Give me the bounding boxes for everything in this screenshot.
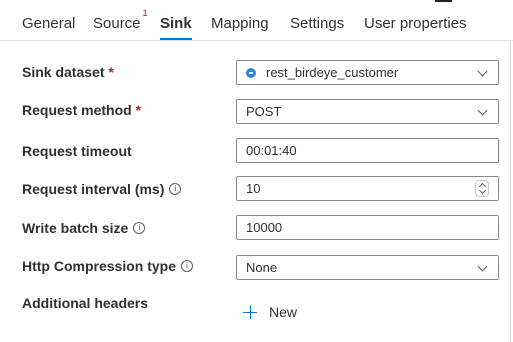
tab-mapping[interactable]: Mapping — [211, 14, 269, 34]
request-timeout-input[interactable]: 00:01:40 — [236, 138, 499, 163]
required-marker: * — [108, 64, 114, 80]
request-interval-label: Request interval (ms) i — [22, 180, 182, 198]
info-icon[interactable]: i — [133, 222, 146, 234]
info-icon[interactable]: i — [181, 260, 194, 272]
sink-dataset-dropdown[interactable]: rest_birdeye_customer — [236, 60, 499, 85]
new-button-label: New — [269, 304, 298, 320]
http-compression-label: Http Compression type i — [22, 257, 194, 275]
request-interval-input[interactable]: 10 — [236, 176, 499, 201]
chevron-down-icon — [477, 105, 488, 116]
write-batch-size-label: Write batch size i — [22, 219, 146, 237]
tab-label: Mapping — [211, 15, 269, 32]
request-method-dropdown[interactable]: POST — [236, 99, 499, 124]
tab-label: User properties — [364, 15, 467, 32]
tab-bar: General Source 1 Sink Mapping Settings U… — [0, 0, 513, 41]
write-batch-size-input[interactable]: 10000 — [236, 215, 499, 240]
plus-icon — [243, 305, 257, 319]
tab-source[interactable]: Source 1 — [93, 8, 148, 34]
request-method-value: POST — [246, 104, 282, 119]
request-timeout-label: Request timeout — [22, 143, 132, 159]
chevron-down-icon — [477, 261, 488, 272]
panel-border — [510, 40, 511, 342]
add-header-button[interactable]: New — [243, 302, 297, 322]
request-method-label: Request method * — [22, 102, 142, 118]
number-stepper[interactable] — [475, 180, 489, 197]
tab-label: Settings — [290, 15, 345, 32]
sink-dataset-label: Sink dataset * — [22, 64, 114, 80]
http-compression-value: None — [246, 260, 278, 275]
tab-label: General — [22, 15, 76, 32]
dataset-icon — [246, 68, 256, 78]
chevron-down-icon — [477, 66, 488, 77]
http-compression-dropdown[interactable]: None — [236, 255, 499, 280]
active-tab-indicator — [160, 38, 192, 40]
tab-label: Sink — [160, 15, 192, 32]
additional-headers-label: Additional headers — [22, 295, 149, 311]
tab-general[interactable]: General — [22, 14, 75, 34]
tab-label: Source — [93, 15, 141, 32]
sink-settings-panel: General Source 1 Sink Mapping Settings U… — [0, 0, 513, 342]
request-timeout-value: 00:01:40 — [246, 143, 297, 158]
info-icon[interactable]: i — [169, 183, 182, 195]
write-batch-size-value: 10000 — [246, 220, 283, 235]
chevron-down-icon[interactable] — [478, 186, 487, 195]
sink-dataset-value: rest_birdeye_customer — [266, 65, 399, 80]
request-interval-value: 10 — [246, 181, 261, 196]
tab-sink[interactable]: Sink — [160, 14, 192, 40]
error-count-badge: 1 — [142, 8, 148, 18]
tab-settings[interactable]: Settings — [290, 14, 344, 34]
tab-user-properties[interactable]: User properties — [364, 14, 467, 34]
required-marker: * — [135, 102, 142, 118]
